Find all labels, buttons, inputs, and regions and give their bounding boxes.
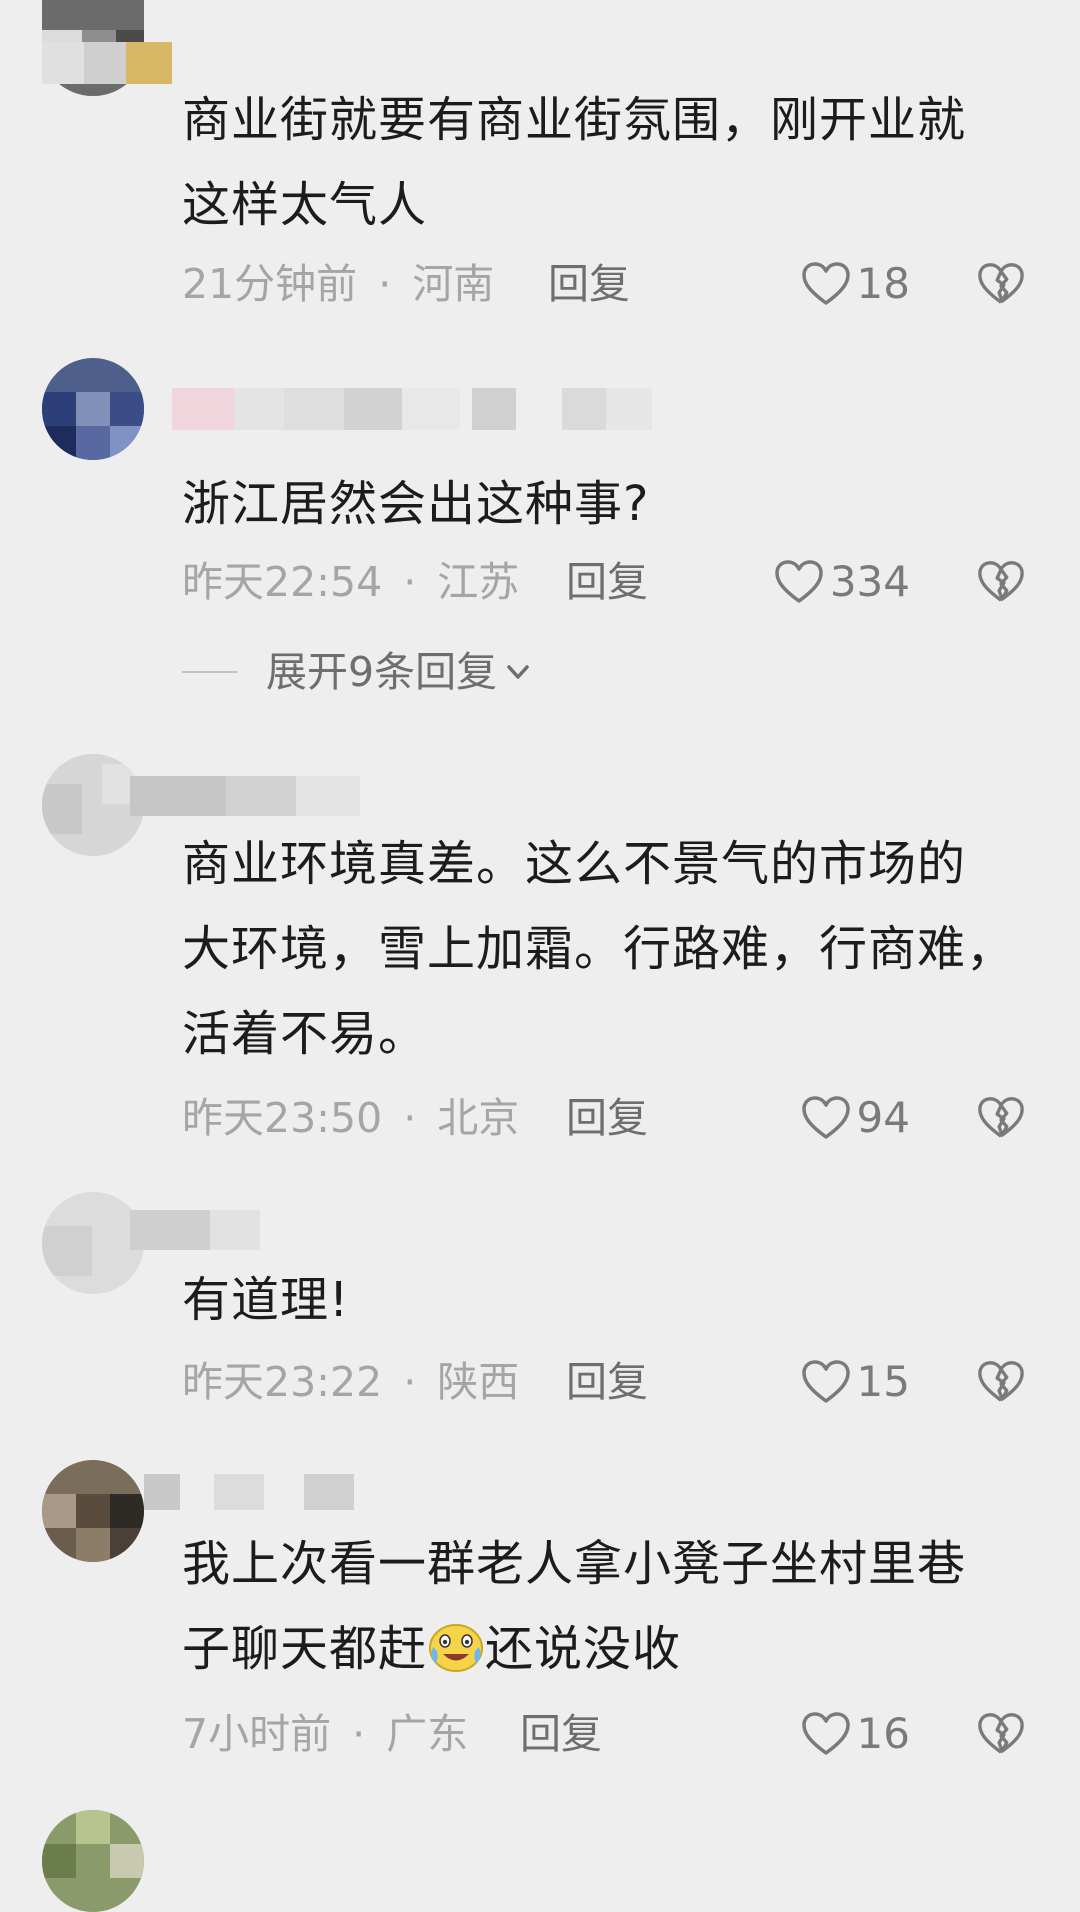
reply-button[interactable]: 回复 — [566, 1090, 648, 1146]
comment-time: 21分钟前 — [182, 260, 358, 308]
heart-outline-icon — [775, 560, 823, 603]
heart-outline-icon — [801, 1096, 850, 1139]
comment-text: 有道理! — [182, 1272, 350, 1328]
dislike-button[interactable] — [976, 1706, 1026, 1762]
comment-meta: 21分钟前 · 河南 — [182, 256, 494, 312]
comment-region: 北京 — [437, 1094, 520, 1142]
avatar[interactable] — [42, 1460, 144, 1562]
username-mask — [172, 388, 652, 430]
dislike-button[interactable] — [976, 1354, 1026, 1410]
comment-region: 江苏 — [437, 558, 520, 606]
comment-time: 7小时前 — [182, 1710, 332, 1758]
meta-separator: · — [352, 1710, 366, 1758]
comment-meta: 7小时前 · 广东 — [182, 1706, 468, 1762]
broken-heart-icon — [978, 1713, 1024, 1754]
username-mask — [144, 1474, 354, 1516]
avatar[interactable] — [42, 1192, 144, 1294]
like-count: 15 — [856, 1357, 910, 1406]
username-mask — [130, 776, 360, 818]
reply-button[interactable]: 回复 — [548, 256, 630, 312]
like-count: 334 — [829, 557, 910, 606]
like-button[interactable]: 18 — [780, 256, 910, 312]
comment-text: 浙江居然会出这种事? — [182, 476, 650, 532]
dislike-button[interactable] — [976, 554, 1026, 610]
avatar[interactable] — [42, 358, 144, 460]
dislike-button[interactable] — [976, 1090, 1026, 1146]
comment-text: 商业环境真差。这么不景气的市场的 大环境，雪上加霜。行路难，行商难， 活着不易。 — [182, 836, 1016, 1062]
meta-separator: · — [403, 1094, 417, 1142]
avatar[interactable] — [42, 1810, 144, 1912]
comment-region: 陕西 — [437, 1358, 520, 1406]
meta-separator: · — [378, 260, 392, 308]
broken-heart-icon — [978, 1361, 1024, 1402]
reply-button[interactable]: 回复 — [520, 1706, 602, 1762]
crying-laughing-emoji-icon — [429, 1624, 484, 1672]
like-count: 18 — [856, 259, 910, 308]
comment-region: 广东 — [386, 1710, 469, 1758]
like-button[interactable]: 94 — [780, 1090, 910, 1146]
like-count: 94 — [856, 1093, 910, 1142]
username-mask — [130, 1210, 260, 1252]
heart-outline-icon — [801, 262, 850, 305]
comment-time: 昨天23:50 — [182, 1094, 383, 1142]
like-button[interactable]: 334 — [740, 554, 910, 610]
comment-meta: 昨天22:54 · 江苏 — [182, 554, 519, 610]
avatar[interactable] — [42, 754, 144, 856]
like-button[interactable]: 15 — [780, 1354, 910, 1410]
reply-button[interactable]: 回复 — [566, 1354, 648, 1410]
broken-heart-icon — [978, 561, 1024, 602]
dislike-button[interactable] — [976, 256, 1026, 312]
expand-replies-label: 展开9条回复 — [266, 648, 498, 696]
heart-outline-icon — [801, 1360, 850, 1403]
like-count: 16 — [856, 1709, 910, 1758]
comment-text: 我上次看一群老人拿小凳子坐村里巷 子聊天都赶 还说没收 — [182, 1522, 1052, 1692]
meta-separator: · — [403, 1358, 417, 1406]
broken-heart-icon — [978, 1097, 1024, 1138]
comment-text: 商业街就要有商业街氛围，刚开业就 这样太气人 — [182, 92, 967, 233]
reply-button[interactable]: 回复 — [566, 554, 648, 610]
broken-heart-icon — [978, 263, 1024, 304]
meta-separator: · — [403, 558, 417, 606]
divider-line — [182, 671, 238, 673]
comment-region: 河南 — [412, 260, 495, 308]
chevron-down-icon — [507, 665, 529, 679]
comment-time: 昨天23:22 — [182, 1358, 383, 1406]
comment-text-part: 还说没收 — [485, 1621, 682, 1677]
username-mask — [42, 42, 172, 84]
comment-time: 昨天22:54 — [182, 558, 383, 606]
heart-outline-icon — [801, 1712, 850, 1755]
expand-replies-button[interactable]: 展开9条回复 — [182, 644, 535, 700]
comment-meta: 昨天23:50 · 北京 — [182, 1090, 519, 1146]
like-button[interactable]: 16 — [780, 1706, 910, 1762]
comment-meta: 昨天23:22 · 陕西 — [182, 1354, 519, 1410]
